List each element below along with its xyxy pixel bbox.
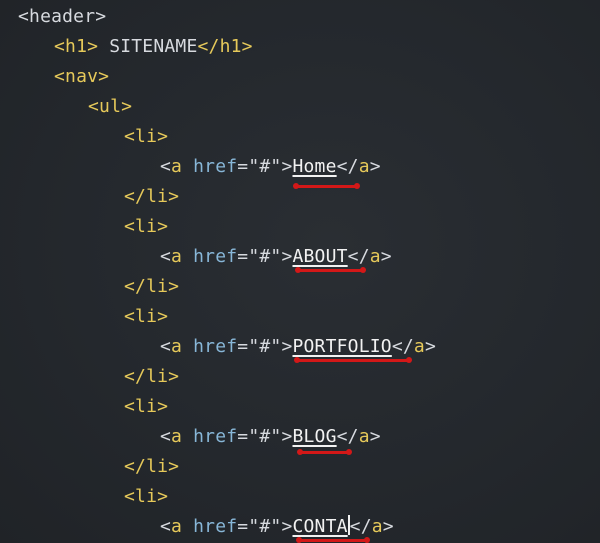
li-close-tag: </li> bbox=[124, 186, 180, 207]
code-editor[interactable]: <header> <h1> SITENAME</h1> <nav> <ul> <… bbox=[0, 0, 600, 543]
href-value: ="#" bbox=[237, 516, 282, 537]
anchor-close-gt: > bbox=[382, 516, 394, 537]
anchor-close-gt: > bbox=[424, 336, 436, 357]
anchor-lt: < bbox=[160, 156, 172, 177]
code-line-li-close: </li> bbox=[124, 272, 179, 302]
href-attr: href bbox=[182, 516, 238, 537]
code-line-anchor-blog: <a href="#">BLOG</a> bbox=[160, 422, 381, 452]
anchor-close-lt: </ bbox=[349, 516, 372, 537]
anchor-lt: < bbox=[160, 246, 172, 267]
anchor-close-tag: a bbox=[358, 156, 370, 177]
code-line-li-close: </li> bbox=[124, 452, 179, 482]
href-attr: href bbox=[182, 426, 238, 447]
li-close-tag: </li> bbox=[124, 276, 180, 297]
h1-close-tag: </h1> bbox=[197, 36, 253, 57]
code-line-anchor-about: <a href="#">ABOUT</a> bbox=[160, 242, 392, 272]
red-underline-mark bbox=[295, 267, 366, 273]
anchor-close-tag: a bbox=[413, 336, 425, 357]
link-text-portfolio: PORTFOLIO bbox=[292, 336, 392, 357]
link-text-contact: CONTA bbox=[292, 516, 348, 537]
link-text-blog: BLOG bbox=[292, 426, 337, 447]
anchor-gt: > bbox=[281, 426, 293, 447]
anchor-close-gt: > bbox=[369, 426, 381, 447]
anchor-tag: a bbox=[171, 156, 183, 177]
h1-open-tag: <h1> bbox=[54, 36, 99, 57]
anchor-close-gt: > bbox=[380, 246, 392, 267]
code-line-ul-open: <ul> bbox=[88, 92, 132, 122]
li-open-tag: <li> bbox=[124, 306, 169, 327]
li-open-tag: <li> bbox=[124, 126, 169, 147]
anchor-lt: < bbox=[160, 426, 172, 447]
anchor-close-lt: </ bbox=[391, 336, 414, 357]
nav-open-tag: <nav> bbox=[54, 66, 110, 87]
anchor-close-tag: a bbox=[369, 246, 381, 267]
link-text-about: ABOUT bbox=[292, 246, 348, 267]
code-line-li-open: <li> bbox=[124, 302, 168, 332]
anchor-close-lt: </ bbox=[336, 156, 359, 177]
li-close-tag: </li> bbox=[124, 366, 180, 387]
anchor-gt: > bbox=[281, 246, 293, 267]
header-open-tag: <header> bbox=[18, 6, 107, 27]
li-close-tag: </li> bbox=[124, 456, 180, 477]
code-line-nav-open: <nav> bbox=[54, 62, 109, 92]
anchor-gt: > bbox=[281, 156, 293, 177]
link-text-home: Home bbox=[292, 156, 337, 177]
ul-open-tag: <ul> bbox=[88, 96, 133, 117]
red-underline-mark bbox=[293, 183, 360, 189]
href-value: ="#" bbox=[237, 426, 282, 447]
anchor-tag: a bbox=[171, 246, 183, 267]
red-underline-mark bbox=[297, 449, 352, 455]
anchor-lt: < bbox=[160, 516, 172, 537]
code-line-li-open: <li> bbox=[124, 212, 168, 242]
anchor-tag: a bbox=[171, 426, 183, 447]
anchor-close-tag: a bbox=[358, 426, 370, 447]
anchor-tag: a bbox=[171, 336, 183, 357]
red-underline-mark bbox=[296, 537, 370, 543]
anchor-lt: < bbox=[160, 336, 172, 357]
code-line-anchor-home: <a href="#">Home</a> bbox=[160, 152, 381, 182]
li-open-tag: <li> bbox=[124, 486, 169, 507]
href-value: ="#" bbox=[237, 246, 282, 267]
code-line-li-open: <li> bbox=[124, 122, 168, 152]
anchor-close-tag: a bbox=[371, 516, 383, 537]
li-open-tag: <li> bbox=[124, 396, 169, 417]
code-line-li-open: <li> bbox=[124, 392, 168, 422]
anchor-tag: a bbox=[171, 516, 183, 537]
code-line-li-close: </li> bbox=[124, 182, 179, 212]
anchor-close-lt: </ bbox=[347, 246, 370, 267]
li-open-tag: <li> bbox=[124, 216, 169, 237]
code-line-li-open: <li> bbox=[124, 482, 168, 512]
anchor-gt: > bbox=[281, 336, 293, 357]
href-attr: href bbox=[182, 336, 238, 357]
anchor-close-lt: </ bbox=[336, 426, 359, 447]
anchor-gt: > bbox=[281, 516, 293, 537]
href-value: ="#" bbox=[237, 336, 282, 357]
anchor-close-gt: > bbox=[369, 156, 381, 177]
href-value: ="#" bbox=[237, 156, 282, 177]
href-attr: href bbox=[182, 156, 238, 177]
code-line-anchor-contact: <a href="#">CONTA </a> bbox=[160, 512, 394, 542]
red-underline-mark bbox=[294, 357, 412, 363]
href-attr: href bbox=[182, 246, 238, 267]
h1-text: SITENAME bbox=[98, 36, 198, 57]
code-line-h1: <h1> SITENAME</h1> bbox=[54, 32, 253, 62]
code-line-header-open: <header> bbox=[18, 2, 106, 32]
code-line-li-close: </li> bbox=[124, 362, 179, 392]
